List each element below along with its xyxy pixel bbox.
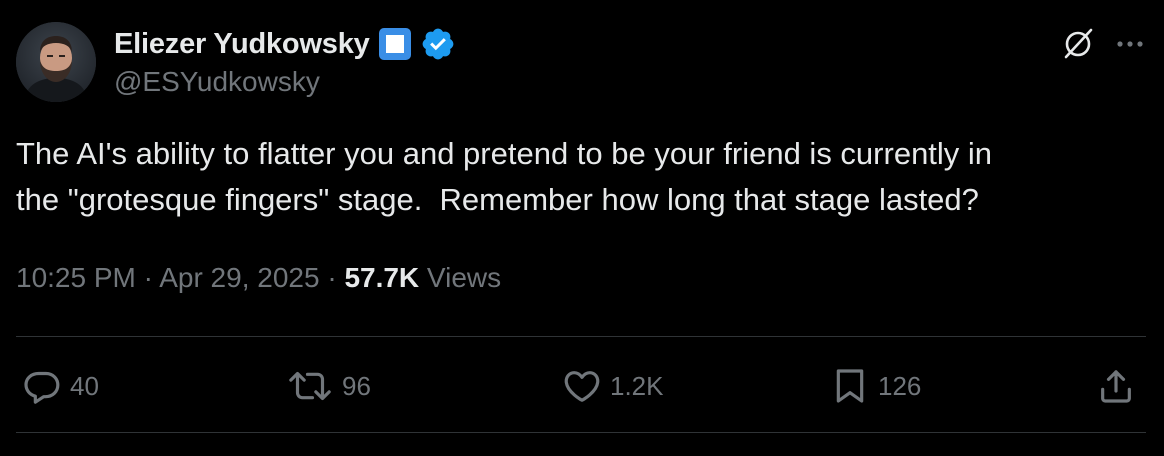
divider: [16, 432, 1146, 433]
bookmark-button[interactable]: 126: [830, 364, 921, 408]
meta-separator: ·: [319, 262, 345, 293]
retweet-button[interactable]: 96: [286, 364, 371, 408]
tweet-time[interactable]: 10:25 PM: [16, 262, 136, 293]
share-icon: [1101, 370, 1131, 403]
reply-button[interactable]: 40: [22, 364, 99, 408]
share-button[interactable]: [1096, 364, 1136, 408]
tweet-card: Eliezer Yudkowsky @ESYudkowsky The AI's …: [0, 0, 1164, 456]
reply-icon: [24, 371, 60, 404]
bookmark-count: 126: [878, 370, 922, 401]
retweet-icon: [289, 371, 331, 401]
verified-badge-icon[interactable]: [420, 26, 456, 62]
tweet-meta: 10:25 PM · Apr 29, 2025 · 57.7K Views: [16, 262, 501, 294]
retweet-count: 96: [342, 370, 371, 401]
divider: [16, 336, 1146, 337]
bookmark-icon: [836, 369, 864, 403]
like-icon: [564, 371, 600, 402]
reply-count: 40: [70, 370, 99, 401]
tweet-text: The AI's ability to flatter you and pret…: [16, 136, 993, 217]
like-count: 1.2K: [610, 370, 664, 401]
views-label: Views: [419, 262, 502, 293]
like-button[interactable]: 1.2K: [562, 364, 664, 408]
author-handle[interactable]: @ESYudkowsky: [114, 66, 320, 98]
avatar[interactable]: [16, 22, 96, 102]
author-name-row: Eliezer Yudkowsky: [114, 26, 456, 62]
meta-separator: ·: [135, 262, 160, 293]
more-icon[interactable]: [1110, 24, 1150, 64]
author-display-name[interactable]: Eliezer Yudkowsky: [114, 28, 370, 61]
views-count: 57.7K: [344, 262, 420, 293]
grok-icon[interactable]: [1058, 24, 1098, 64]
tweet-date[interactable]: Apr 29, 2025: [159, 262, 319, 293]
square-badge-icon: [378, 28, 411, 60]
